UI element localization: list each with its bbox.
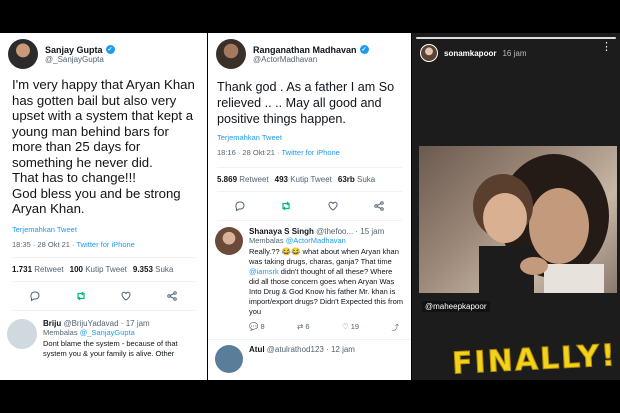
reply-retweet-count: 6 [305,322,310,331]
reply-to-handle[interactable]: @_SanjayGupta [80,328,135,337]
like-label: Suka [357,175,376,184]
tweet-time: 18:35 · 28 Okt 21 · [12,240,77,249]
quote-label: Kutip Tweet [290,175,332,184]
tweet-source[interactable]: Twitter for iPhone [281,148,339,157]
reply-tweet[interactable]: Shanaya S Singh @thefoo... · 15 jam Memb… [208,221,411,340]
reply-author-name: Shanaya S Singh [249,227,314,236]
reply-text: Dont blame the system - because of that … [43,339,178,358]
reply-author[interactable]: Briju @BrijuYadavad · 17 jam [43,319,200,328]
reply-to: Membalas @_SanjayGupta [43,328,200,337]
story-time: 16 jam [502,48,527,58]
reply-to: Membalas @ActorMadhavan [249,236,404,245]
photo-illustration [473,154,609,293]
reply-text: Really.?? 😂😂 what about when Aryan khan … [249,247,404,317]
retweet-icon[interactable] [73,288,89,304]
retweet-stat[interactable]: 1.731 Retweet [12,265,64,274]
retweet-count: 5.869 [217,175,238,184]
more-options-icon[interactable]: ⋮ [601,42,612,53]
quote-count: 100 [69,265,83,274]
reply-author-handle: @atulrathod123 · 12 jam [266,345,355,354]
verified-badge-icon: ✓ [105,45,115,54]
verified-badge-icon: ✓ [359,45,369,54]
tweet-body: Thank god . As a father I am So relieved… [217,80,395,126]
reply-tweet[interactable]: Briju @BrijuYadavad · 17 jam Membalas @_… [0,311,207,365]
like-stat[interactable]: 63rb Suka [338,175,375,184]
quote-stat[interactable]: 100 Kutip Tweet [70,265,127,274]
tweet-body: I'm very happy that Aryan Khan has gotte… [12,77,195,216]
tweet-time: 18:16 · 28 Okt 21 · [217,148,282,157]
reply-icon[interactable] [27,288,43,304]
quote-stat[interactable]: 493 Kutip Tweet [275,175,332,184]
reply-author[interactable]: Shanaya S Singh @thefoo... · 15 jam [249,227,404,236]
story-progress-bar [416,37,616,39]
story-mention-tag[interactable]: @maheepkapoor [422,301,490,312]
quote-count: 493 [274,175,288,184]
story-photo[interactable] [419,146,617,293]
reply-like-button[interactable]: ♡ 19 [342,322,359,333]
quote-label: Kutip Tweet [85,265,127,274]
story-avatar[interactable] [420,44,438,62]
like-stat[interactable]: 9.353 Suka [133,265,174,274]
reply-avatar[interactable] [215,345,243,373]
author-name-text: Ranganathan Madhavan [253,44,357,55]
retweet-count: 1.731 [12,265,33,274]
author-handle[interactable]: @ActorMadhavan [253,55,369,64]
tweet-meta: 18:16 · 28 Okt 21 · Twitter for iPhone [217,148,402,157]
tweet-source[interactable]: Twitter for iPhone [76,240,134,249]
translate-link[interactable]: Terjemahkan Tweet [12,225,195,234]
story-username[interactable]: sonamkapoor [444,49,496,58]
reply-author-handle: @BrijuYadavad · 17 jam [63,319,150,328]
reply-to-prefix: Membalas [249,236,286,245]
instagram-story: sonamkapoor 16 jam ⋮ @maheepkapoor FINAL… [412,33,620,380]
retweet-icon[interactable] [278,198,294,214]
reply-to-handle[interactable]: @ActorMadhavan [286,236,346,245]
reply-like-count: 19 [350,322,360,331]
reply-avatar[interactable] [7,319,37,349]
reply-author-handle: @thefoo... · 15 jam [316,227,385,236]
tweet-stats: 1.731 Retweet 100 Kutip Tweet 9.353 Suka [12,257,195,282]
tweet-actions [217,192,402,221]
like-count: 63rb [337,175,355,184]
tweet-actions [12,282,195,311]
tweet-meta: 18:35 · 28 Okt 21 · Twitter for iPhone [12,240,195,249]
avatar[interactable] [216,39,246,69]
reply-actions: 💬 8 ⇄ 6 ♡ 19 ⤴ [249,317,399,333]
reply-retweet-button[interactable]: ⇄ 6 [297,322,310,333]
like-label: Suka [155,265,174,274]
retweet-label: Retweet [34,265,64,274]
author-name[interactable]: Ranganathan Madhavan ✓ [253,45,369,55]
author-handle[interactable]: @_SanjayGupta [45,55,115,64]
reply-mention[interactable]: @iamsrk [249,267,279,276]
reply-tweet-2[interactable]: Atul @atulrathod123 · 12 jam [208,340,411,379]
tweet-stats: 5.869 Retweet 493 Kutip Tweet 63rb Suka [217,167,402,192]
reply-author[interactable]: Atul @atulrathod123 · 12 jam [249,345,404,354]
tweet-panel-madhavan: Ranganathan Madhavan ✓ @ActorMadhavan Tha… [208,33,411,380]
reply-reply-count: 8 [260,322,265,331]
retweet-label: Retweet [239,175,269,184]
like-heart-icon[interactable] [118,288,134,304]
author-name-text: Sanjay Gupta [45,44,103,55]
like-heart-icon[interactable] [325,198,341,214]
finally-sticker: FINALLY! [451,338,619,380]
reply-reply-button[interactable]: 💬 8 [249,322,265,333]
share-icon[interactable] [164,288,180,304]
translate-link[interactable]: Terjemahkan Tweet [217,133,402,142]
reply-author-name: Atul [249,345,265,354]
like-count: 9.353 [132,265,153,274]
reply-text-start: Really.?? 😂😂 what about when Aryan khan … [249,247,399,266]
reply-to-prefix: Membalas [43,328,80,337]
share-icon[interactable] [371,198,387,214]
retweet-stat[interactable]: 5.869 Retweet [217,175,269,184]
tweet-panel-sanjay: Sanjay Gupta ✓ @_SanjayGupta I'm very hap… [0,33,207,380]
reply-icon[interactable] [232,198,248,214]
author-name[interactable]: Sanjay Gupta ✓ [45,45,115,55]
avatar[interactable] [8,39,38,69]
reply-avatar[interactable] [215,227,243,255]
reply-author-name: Briju [43,319,62,328]
reply-share-icon[interactable]: ⤴ [391,322,399,333]
